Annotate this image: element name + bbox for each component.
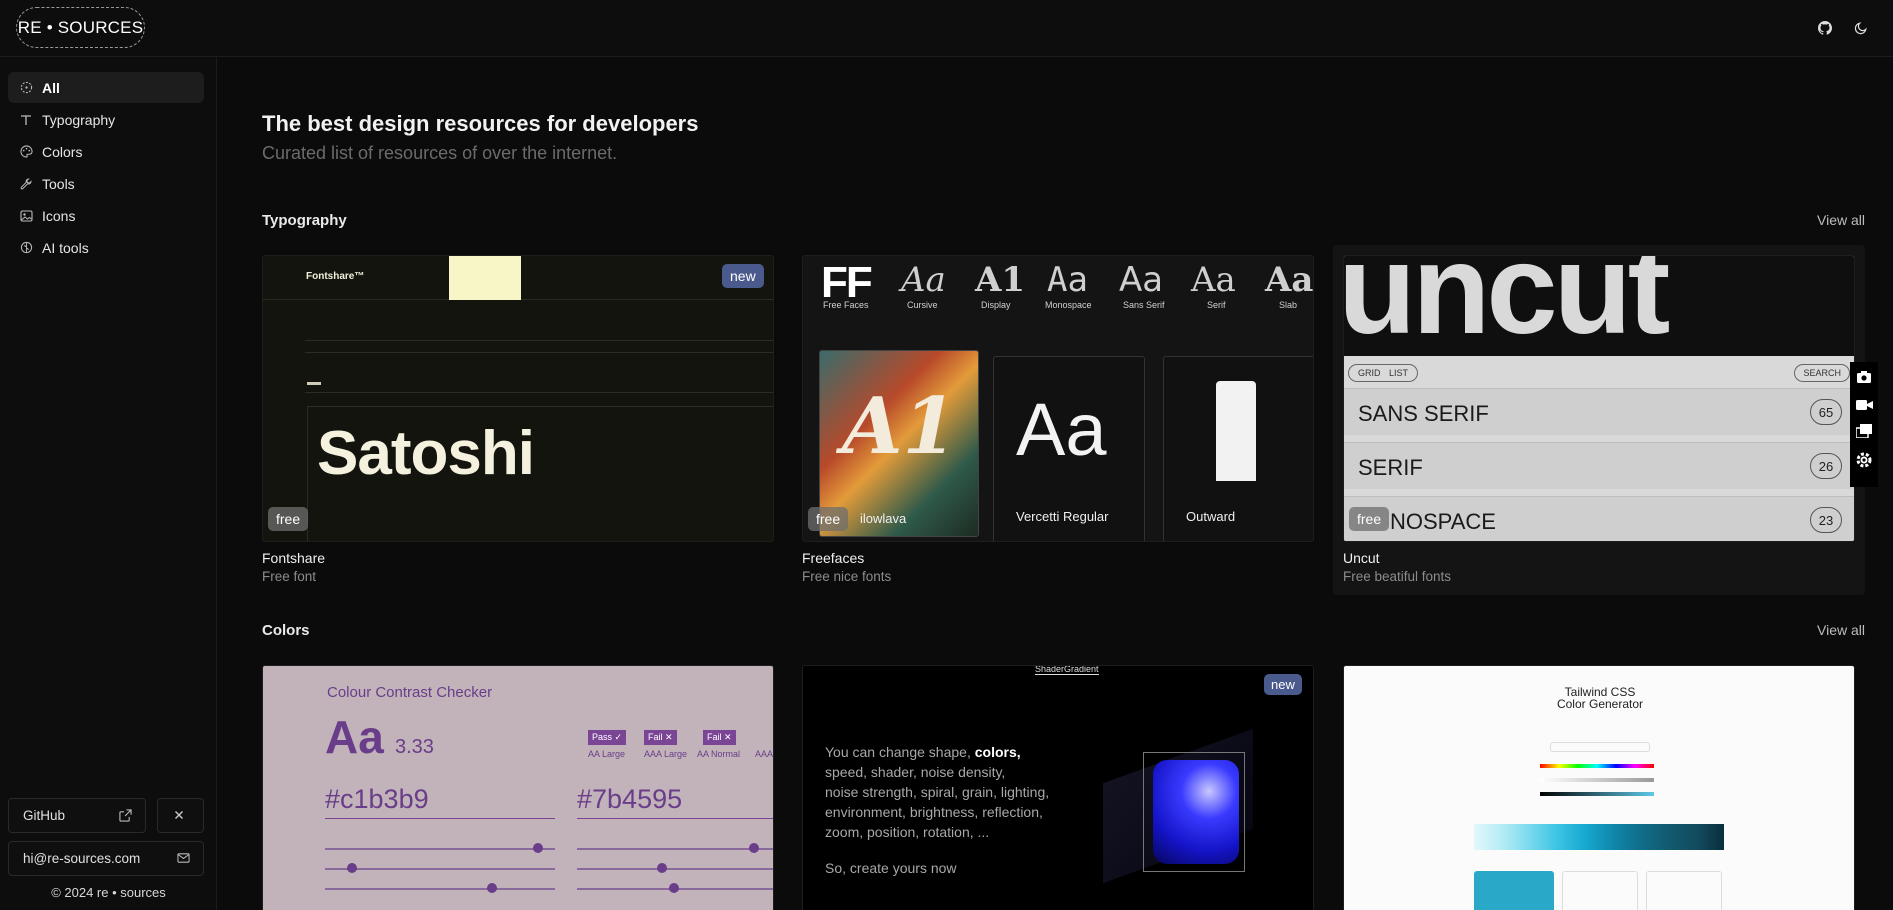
card-preview: ShaderGradient You can change shape, col… xyxy=(802,665,1314,910)
category-row: NOSPACE 23 xyxy=(1344,496,1854,541)
card-preview: FF Free Faces Aa A1 Aa Aa Aa Aa Cursive … xyxy=(802,255,1314,542)
resource-card-tailwind-colors[interactable]: Tailwind CSS Color Generator xyxy=(1343,665,1855,910)
view-all-typography-link[interactable]: View all xyxy=(1817,212,1865,228)
font-preview-panel: Outward xyxy=(1163,356,1313,541)
github-link-label: GitHub xyxy=(23,808,66,823)
image-icon xyxy=(19,209,33,223)
sidebar-item-tools[interactable]: Tools xyxy=(8,168,204,199)
view-all-colors-link[interactable]: View all xyxy=(1817,622,1865,638)
resource-card-freefaces[interactable]: FF Free Faces Aa A1 Aa Aa Aa Aa Cursive … xyxy=(802,255,1314,585)
card-preview: uncut GRID LIST SEARCH SANS SERIF 65 SER… xyxy=(1343,255,1855,542)
palette-icon xyxy=(19,145,33,159)
card-subtitle: Free font xyxy=(262,569,317,584)
wrench-icon xyxy=(19,177,33,191)
card-preview: Tailwind CSS Color Generator xyxy=(1343,665,1855,910)
sample-label: Monospace xyxy=(1045,300,1092,310)
preview-caption: Free Faces xyxy=(823,300,869,310)
card-preview: Fontshare™ Satoshi xyxy=(262,255,774,542)
foreground-hex: #7b4595 xyxy=(577,784,683,814)
resource-card-shadergradient[interactable]: ShaderGradient You can change shape, col… xyxy=(802,665,1314,910)
top-bar: RE • SOURCES xyxy=(0,0,1893,57)
color-palette-strip xyxy=(1474,824,1724,850)
gear-icon[interactable] xyxy=(1855,451,1873,469)
sidebar-item-typography[interactable]: Typography xyxy=(8,104,204,135)
preview-title: Colour Contrast Checker xyxy=(327,684,493,701)
github-link-button[interactable]: GitHub xyxy=(8,798,146,833)
sample-label: Slab xyxy=(1279,300,1298,310)
mail-icon xyxy=(177,852,191,866)
video-icon[interactable] xyxy=(1856,398,1873,410)
sidebar-item-label: AI tools xyxy=(42,239,89,256)
page-title: The best design resources for developers xyxy=(262,111,699,136)
background-hex: #c1b3b9 xyxy=(325,784,429,814)
font-preview-panel: Aa Vercetti Regular xyxy=(993,356,1145,541)
close-icon xyxy=(173,809,187,823)
copyright-text: © 2024 re • sources xyxy=(51,885,166,900)
sidebar-item-icons[interactable]: Icons xyxy=(8,200,204,231)
email-label: hi@re-sources.com xyxy=(23,851,141,866)
sidebar-item-ai-tools[interactable]: AI tools xyxy=(8,232,204,263)
type-icon xyxy=(19,113,33,127)
card-subtitle: Free nice fonts xyxy=(802,569,892,584)
new-badge: new xyxy=(722,264,764,288)
card-preview: Colour Contrast Checker Aa 3.33 Pass ✓ F… xyxy=(262,665,774,910)
preview-cta: So, create yours now xyxy=(825,860,957,876)
card-title: Fontshare xyxy=(262,550,326,566)
preview-font-sample: Satoshi xyxy=(317,419,535,488)
view-toggle: GRID LIST xyxy=(1348,364,1418,382)
brain-icon xyxy=(19,241,33,255)
sidebar-item-label: All xyxy=(42,79,60,96)
external-link-icon xyxy=(119,809,133,823)
category-row: SERIF 26 xyxy=(1344,442,1854,489)
site-logo[interactable]: RE • SOURCES xyxy=(16,7,145,48)
preview-highlight xyxy=(449,256,521,300)
preview-title: Tailwind CSS Color Generator xyxy=(1556,685,1644,711)
sidebar-item-colors[interactable]: Colors xyxy=(8,136,204,167)
card-subtitle: Free beatiful fonts xyxy=(1343,569,1452,584)
moon-icon[interactable] xyxy=(1850,17,1872,39)
card-title: Freefaces xyxy=(802,550,865,566)
sample-label: Sans Serif xyxy=(1123,300,1165,310)
free-badge: free xyxy=(808,507,849,531)
page-subtitle: Curated list of resources of over the in… xyxy=(262,143,618,163)
free-badge: free xyxy=(1349,507,1390,531)
sidebar-item-label: Icons xyxy=(42,207,76,224)
sidebar-item-label: Colors xyxy=(42,143,83,160)
email-link-button[interactable]: hi@re-sources.com xyxy=(8,841,204,876)
sidebar-item-label: Typography xyxy=(42,111,116,128)
close-button[interactable] xyxy=(157,798,204,833)
preview-logo: Fontshare™ xyxy=(306,271,365,282)
card-title: Uncut xyxy=(1343,550,1380,566)
sidebar-item-label: Tools xyxy=(42,175,75,192)
camera-icon[interactable] xyxy=(1856,370,1872,384)
dashed-circle-icon xyxy=(19,81,33,95)
sample-label: Serif xyxy=(1207,300,1226,310)
gradient-shape xyxy=(1153,760,1239,864)
sidebar-item-all[interactable]: All xyxy=(8,72,204,103)
sample-label: Display xyxy=(981,300,1011,310)
resource-card-fontshare[interactable]: Fontshare™ Satoshi free new Fontshare Fr… xyxy=(262,255,774,585)
preview-description: You can change shape, colors, speed, sha… xyxy=(825,744,1050,840)
sidebar: All Typography Colors Tools Icons AI too… xyxy=(0,57,217,910)
resource-card-contrast-checker[interactable]: Colour Contrast Checker Aa 3.33 Pass ✓ F… xyxy=(262,665,774,910)
search-pill: SEARCH xyxy=(1794,364,1850,382)
section-title-colors: Colors xyxy=(262,622,310,639)
github-icon[interactable] xyxy=(1814,17,1836,39)
section-title-typography: Typography xyxy=(262,212,347,229)
category-row: SANS SERIF 65 xyxy=(1344,388,1854,435)
resource-card-uncut[interactable]: uncut GRID LIST SEARCH SANS SERIF 65 SER… xyxy=(1343,255,1855,585)
copy-icon[interactable] xyxy=(1855,424,1872,439)
preview-title: ShaderGradient xyxy=(1035,665,1099,675)
free-badge: free xyxy=(268,507,309,531)
sample-label: Cursive xyxy=(907,300,938,310)
capture-toolbar xyxy=(1850,362,1878,487)
new-badge: new xyxy=(1264,674,1302,695)
